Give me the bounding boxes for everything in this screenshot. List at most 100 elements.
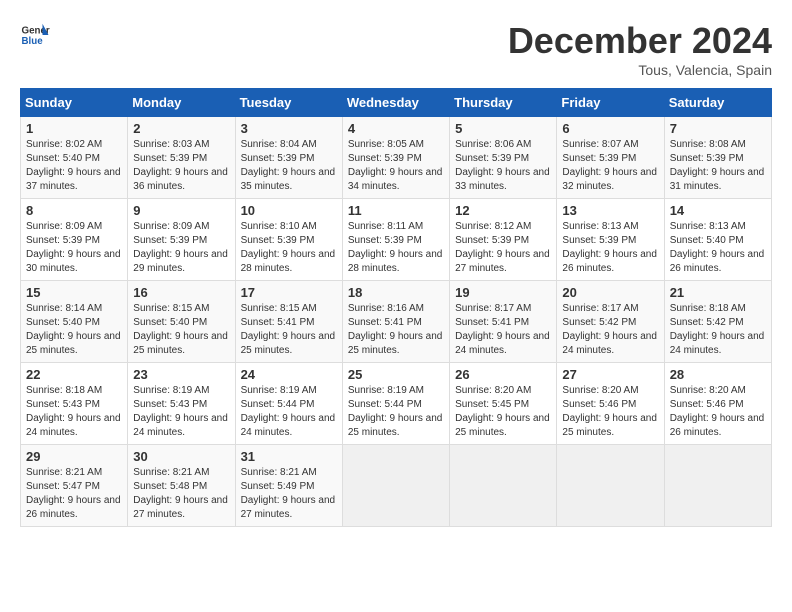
day-of-week-header: Monday <box>128 89 235 117</box>
day-number: 22 <box>26 367 122 382</box>
calendar-cell <box>342 445 449 527</box>
day-of-week-header: Wednesday <box>342 89 449 117</box>
day-info: Sunrise: 8:19 AMSunset: 5:44 PMDaylight:… <box>348 384 444 440</box>
calendar-week-row: 15 Sunrise: 8:14 AMSunset: 5:40 PMDayligh… <box>21 281 772 363</box>
calendar-cell: 2 Sunrise: 8:03 AMSunset: 5:39 PMDaylight… <box>128 117 235 199</box>
title-section: December 2024 Tous, Valencia, Spain <box>508 20 772 78</box>
day-number: 10 <box>241 203 337 218</box>
calendar-cell <box>450 445 557 527</box>
day-info: Sunrise: 8:20 AMSunset: 5:46 PMDaylight:… <box>670 384 766 440</box>
calendar-cell: 21 Sunrise: 8:18 AMSunset: 5:42 PMDayligh… <box>664 281 771 363</box>
calendar-cell: 10 Sunrise: 8:10 AMSunset: 5:39 PMDayligh… <box>235 199 342 281</box>
day-number: 24 <box>241 367 337 382</box>
day-info: Sunrise: 8:06 AMSunset: 5:39 PMDaylight:… <box>455 138 551 194</box>
month-title: December 2024 <box>508 20 772 62</box>
day-info: Sunrise: 8:20 AMSunset: 5:46 PMDaylight:… <box>562 384 658 440</box>
calendar-cell: 15 Sunrise: 8:14 AMSunset: 5:40 PMDayligh… <box>21 281 128 363</box>
day-number: 26 <box>455 367 551 382</box>
day-info: Sunrise: 8:17 AMSunset: 5:41 PMDaylight:… <box>455 302 551 358</box>
day-number: 21 <box>670 285 766 300</box>
calendar-cell: 24Sunrise: 8:19 AMSunset: 5:44 PMDayligh… <box>235 363 342 445</box>
calendar-cell: 22 Sunrise: 8:18 AMSunset: 5:43 PMDayligh… <box>21 363 128 445</box>
calendar-table: SundayMondayTuesdayWednesdayThursdayFrid… <box>20 88 772 527</box>
calendar-cell: 6 Sunrise: 8:07 AMSunset: 5:39 PMDaylight… <box>557 117 664 199</box>
day-number: 3 <box>241 121 337 136</box>
calendar-cell: 4 Sunrise: 8:05 AMSunset: 5:39 PMDaylight… <box>342 117 449 199</box>
calendar-week-row: 1Sunrise: 8:02 AMSunset: 5:40 PMDaylight… <box>21 117 772 199</box>
day-info: Sunrise: 8:20 AMSunset: 5:45 PMDaylight:… <box>455 384 551 440</box>
calendar-cell: 11Sunrise: 8:11 AMSunset: 5:39 PMDayligh… <box>342 199 449 281</box>
calendar-cell: 12Sunrise: 8:12 AMSunset: 5:39 PMDayligh… <box>450 199 557 281</box>
calendar-cell: 17Sunrise: 8:15 AMSunset: 5:41 PMDayligh… <box>235 281 342 363</box>
day-info: Sunrise: 8:18 AMSunset: 5:43 PMDaylight:… <box>26 384 122 440</box>
calendar-cell <box>664 445 771 527</box>
day-info: Sunrise: 8:08 AMSunset: 5:39 PMDaylight:… <box>670 138 766 194</box>
calendar-cell: 1Sunrise: 8:02 AMSunset: 5:40 PMDaylight… <box>21 117 128 199</box>
calendar-cell: 18 Sunrise: 8:16 AMSunset: 5:41 PMDayligh… <box>342 281 449 363</box>
day-number: 13 <box>562 203 658 218</box>
day-of-week-header: Saturday <box>664 89 771 117</box>
day-number: 16 <box>133 285 229 300</box>
day-info: Sunrise: 8:07 AMSunset: 5:39 PMDaylight:… <box>562 138 658 194</box>
calendar-cell: 14Sunrise: 8:13 AMSunset: 5:40 PMDayligh… <box>664 199 771 281</box>
day-number: 19 <box>455 285 551 300</box>
day-info: Sunrise: 8:14 AMSunset: 5:40 PMDaylight:… <box>26 302 122 358</box>
calendar-week-row: 29 Sunrise: 8:21 AMSunset: 5:47 PMDayligh… <box>21 445 772 527</box>
day-of-week-header: Thursday <box>450 89 557 117</box>
calendar-week-row: 8 Sunrise: 8:09 AMSunset: 5:39 PMDaylight… <box>21 199 772 281</box>
day-of-week-header: Sunday <box>21 89 128 117</box>
day-number: 27 <box>562 367 658 382</box>
day-of-week-header: Friday <box>557 89 664 117</box>
day-number: 6 <box>562 121 658 136</box>
day-info: Sunrise: 8:10 AMSunset: 5:39 PMDaylight:… <box>241 220 337 276</box>
day-info: Sunrise: 8:17 AMSunset: 5:42 PMDaylight:… <box>562 302 658 358</box>
day-number: 20 <box>562 285 658 300</box>
day-info: Sunrise: 8:02 AMSunset: 5:40 PMDaylight:… <box>26 138 122 194</box>
day-of-week-header: Tuesday <box>235 89 342 117</box>
day-number: 30 <box>133 449 229 464</box>
calendar-week-row: 22 Sunrise: 8:18 AMSunset: 5:43 PMDayligh… <box>21 363 772 445</box>
day-number: 7 <box>670 121 766 136</box>
day-info: Sunrise: 8:04 AMSunset: 5:39 PMDaylight:… <box>241 138 337 194</box>
day-number: 2 <box>133 121 229 136</box>
day-number: 25 <box>348 367 444 382</box>
svg-text:Blue: Blue <box>22 36 44 47</box>
day-number: 4 <box>348 121 444 136</box>
day-info: Sunrise: 8:21 AMSunset: 5:49 PMDaylight:… <box>241 466 337 522</box>
calendar-cell: 29 Sunrise: 8:21 AMSunset: 5:47 PMDayligh… <box>21 445 128 527</box>
day-number: 31 <box>241 449 337 464</box>
page-header: General Blue December 2024 Tous, Valenci… <box>20 20 772 78</box>
calendar-cell: 7 Sunrise: 8:08 AMSunset: 5:39 PMDaylight… <box>664 117 771 199</box>
calendar-cell: 9 Sunrise: 8:09 AMSunset: 5:39 PMDaylight… <box>128 199 235 281</box>
logo-icon: General Blue <box>20 20 50 50</box>
day-number: 5 <box>455 121 551 136</box>
location: Tous, Valencia, Spain <box>508 62 772 78</box>
day-info: Sunrise: 8:18 AMSunset: 5:42 PMDaylight:… <box>670 302 766 358</box>
day-number: 18 <box>348 285 444 300</box>
calendar-cell: 13 Sunrise: 8:13 AMSunset: 5:39 PMDayligh… <box>557 199 664 281</box>
calendar-cell: 28 Sunrise: 8:20 AMSunset: 5:46 PMDayligh… <box>664 363 771 445</box>
day-number: 29 <box>26 449 122 464</box>
calendar-cell: 16 Sunrise: 8:15 AMSunset: 5:40 PMDayligh… <box>128 281 235 363</box>
day-number: 8 <box>26 203 122 218</box>
day-number: 15 <box>26 285 122 300</box>
day-number: 28 <box>670 367 766 382</box>
day-info: Sunrise: 8:16 AMSunset: 5:41 PMDaylight:… <box>348 302 444 358</box>
calendar-cell: 25 Sunrise: 8:19 AMSunset: 5:44 PMDayligh… <box>342 363 449 445</box>
day-number: 11 <box>348 203 444 218</box>
day-info: Sunrise: 8:12 AMSunset: 5:39 PMDaylight:… <box>455 220 551 276</box>
day-info: Sunrise: 8:15 AMSunset: 5:41 PMDaylight:… <box>241 302 337 358</box>
calendar-cell: 26 Sunrise: 8:20 AMSunset: 5:45 PMDayligh… <box>450 363 557 445</box>
day-info: Sunrise: 8:03 AMSunset: 5:39 PMDaylight:… <box>133 138 229 194</box>
calendar-cell <box>557 445 664 527</box>
day-info: Sunrise: 8:21 AMSunset: 5:47 PMDaylight:… <box>26 466 122 522</box>
day-info: Sunrise: 8:05 AMSunset: 5:39 PMDaylight:… <box>348 138 444 194</box>
day-info: Sunrise: 8:15 AMSunset: 5:40 PMDaylight:… <box>133 302 229 358</box>
day-number: 9 <box>133 203 229 218</box>
day-info: Sunrise: 8:09 AMSunset: 5:39 PMDaylight:… <box>133 220 229 276</box>
calendar-cell: 27 Sunrise: 8:20 AMSunset: 5:46 PMDayligh… <box>557 363 664 445</box>
day-info: Sunrise: 8:13 AMSunset: 5:39 PMDaylight:… <box>562 220 658 276</box>
day-info: Sunrise: 8:13 AMSunset: 5:40 PMDaylight:… <box>670 220 766 276</box>
calendar-cell: 8Sunrise: 8:09 AMSunset: 5:39 PMDaylight… <box>21 199 128 281</box>
logo: General Blue <box>20 20 50 50</box>
